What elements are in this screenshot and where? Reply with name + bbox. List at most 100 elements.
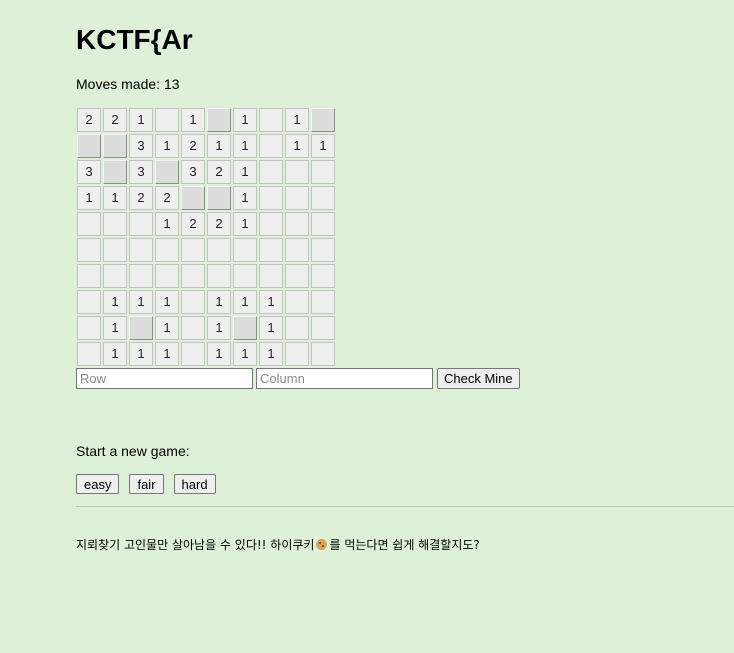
- number-cell[interactable]: 1: [259, 290, 283, 314]
- empty-cell[interactable]: [259, 212, 283, 236]
- number-cell[interactable]: 1: [233, 186, 257, 210]
- unopened-cell[interactable]: [233, 316, 257, 340]
- empty-cell[interactable]: [129, 212, 153, 236]
- empty-cell[interactable]: [181, 342, 205, 366]
- fair-button[interactable]: fair: [129, 474, 164, 494]
- unopened-cell[interactable]: [181, 186, 205, 210]
- empty-cell[interactable]: [155, 238, 179, 262]
- number-cell[interactable]: 2: [181, 212, 205, 236]
- empty-cell[interactable]: [155, 108, 179, 132]
- number-cell[interactable]: 1: [77, 186, 101, 210]
- empty-cell[interactable]: [233, 238, 257, 262]
- empty-cell[interactable]: [233, 264, 257, 288]
- empty-cell[interactable]: [129, 238, 153, 262]
- empty-cell[interactable]: [103, 264, 127, 288]
- empty-cell[interactable]: [311, 238, 335, 262]
- number-cell[interactable]: 1: [233, 212, 257, 236]
- number-cell[interactable]: 1: [259, 342, 283, 366]
- number-cell[interactable]: 1: [155, 290, 179, 314]
- empty-cell[interactable]: [285, 342, 309, 366]
- empty-cell[interactable]: [259, 108, 283, 132]
- number-cell[interactable]: 2: [207, 212, 231, 236]
- row-input[interactable]: [76, 368, 253, 389]
- number-cell[interactable]: 1: [155, 134, 179, 158]
- empty-cell[interactable]: [311, 316, 335, 340]
- empty-cell[interactable]: [181, 290, 205, 314]
- empty-cell[interactable]: [155, 264, 179, 288]
- number-cell[interactable]: 1: [311, 134, 335, 158]
- number-cell[interactable]: 1: [155, 212, 179, 236]
- unopened-cell[interactable]: [311, 108, 335, 132]
- check-mine-button[interactable]: Check Mine: [437, 368, 520, 389]
- empty-cell[interactable]: [77, 290, 101, 314]
- number-cell[interactable]: 1: [155, 316, 179, 340]
- number-cell[interactable]: 1: [103, 342, 127, 366]
- empty-cell[interactable]: [207, 264, 231, 288]
- number-cell[interactable]: 1: [259, 316, 283, 340]
- empty-cell[interactable]: [285, 186, 309, 210]
- number-cell[interactable]: 2: [129, 186, 153, 210]
- unopened-cell[interactable]: [155, 160, 179, 184]
- number-cell[interactable]: 2: [77, 108, 101, 132]
- empty-cell[interactable]: [129, 264, 153, 288]
- number-cell[interactable]: 1: [129, 108, 153, 132]
- empty-cell[interactable]: [77, 212, 101, 236]
- number-cell[interactable]: 3: [129, 160, 153, 184]
- number-cell[interactable]: 2: [103, 108, 127, 132]
- number-cell[interactable]: 1: [233, 160, 257, 184]
- empty-cell[interactable]: [285, 238, 309, 262]
- number-cell[interactable]: 1: [233, 134, 257, 158]
- empty-cell[interactable]: [77, 238, 101, 262]
- number-cell[interactable]: 1: [233, 108, 257, 132]
- empty-cell[interactable]: [259, 186, 283, 210]
- unopened-cell[interactable]: [207, 108, 231, 132]
- empty-cell[interactable]: [259, 264, 283, 288]
- empty-cell[interactable]: [77, 342, 101, 366]
- number-cell[interactable]: 1: [207, 342, 231, 366]
- number-cell[interactable]: 3: [77, 160, 101, 184]
- empty-cell[interactable]: [77, 316, 101, 340]
- unopened-cell[interactable]: [207, 186, 231, 210]
- number-cell[interactable]: 1: [103, 290, 127, 314]
- number-cell[interactable]: 1: [103, 186, 127, 210]
- number-cell[interactable]: 2: [207, 160, 231, 184]
- empty-cell[interactable]: [311, 212, 335, 236]
- number-cell[interactable]: 1: [155, 342, 179, 366]
- number-cell[interactable]: 1: [181, 108, 205, 132]
- empty-cell[interactable]: [311, 186, 335, 210]
- number-cell[interactable]: 1: [207, 290, 231, 314]
- empty-cell[interactable]: [207, 238, 231, 262]
- number-cell[interactable]: 3: [129, 134, 153, 158]
- number-cell[interactable]: 1: [285, 108, 309, 132]
- number-cell[interactable]: 1: [207, 316, 231, 340]
- number-cell[interactable]: 3: [181, 160, 205, 184]
- unopened-cell[interactable]: [129, 316, 153, 340]
- empty-cell[interactable]: [259, 160, 283, 184]
- number-cell[interactable]: 1: [285, 134, 309, 158]
- number-cell[interactable]: 1: [103, 316, 127, 340]
- number-cell[interactable]: 1: [207, 134, 231, 158]
- empty-cell[interactable]: [181, 238, 205, 262]
- number-cell[interactable]: 1: [129, 290, 153, 314]
- column-input[interactable]: [256, 368, 433, 389]
- empty-cell[interactable]: [311, 342, 335, 366]
- unopened-cell[interactable]: [103, 160, 127, 184]
- empty-cell[interactable]: [259, 238, 283, 262]
- empty-cell[interactable]: [285, 316, 309, 340]
- number-cell[interactable]: 2: [181, 134, 205, 158]
- number-cell[interactable]: 1: [233, 342, 257, 366]
- number-cell[interactable]: 1: [129, 342, 153, 366]
- empty-cell[interactable]: [259, 134, 283, 158]
- unopened-cell[interactable]: [77, 134, 101, 158]
- empty-cell[interactable]: [311, 160, 335, 184]
- empty-cell[interactable]: [311, 290, 335, 314]
- empty-cell[interactable]: [181, 316, 205, 340]
- easy-button[interactable]: easy: [76, 474, 120, 494]
- number-cell[interactable]: 1: [233, 290, 257, 314]
- empty-cell[interactable]: [285, 290, 309, 314]
- empty-cell[interactable]: [103, 212, 127, 236]
- hard-button[interactable]: hard: [173, 474, 216, 494]
- empty-cell[interactable]: [311, 264, 335, 288]
- empty-cell[interactable]: [285, 264, 309, 288]
- number-cell[interactable]: 2: [155, 186, 179, 210]
